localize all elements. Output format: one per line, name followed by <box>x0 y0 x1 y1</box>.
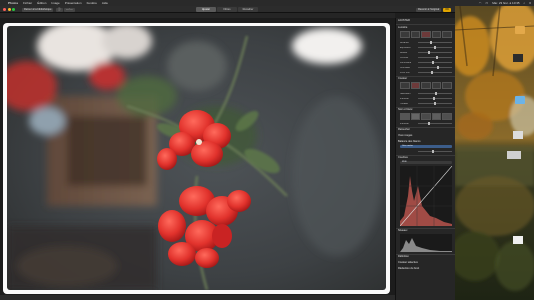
file-icon[interactable] <box>513 54 523 62</box>
slider-luminosite[interactable]: Luminosité <box>400 61 452 64</box>
close-button[interactable] <box>3 8 6 11</box>
panel-title: AJUSTER <box>398 19 410 22</box>
preset-thumb[interactable] <box>421 113 431 120</box>
curves-channel-select[interactable]: RVB <box>400 161 452 164</box>
section-niveaux[interactable]: Niveaux <box>398 229 454 233</box>
menu-item-image[interactable]: Image <box>51 1 59 5</box>
slider-brillance[interactable]: Brillance <box>400 41 452 44</box>
preset-thumb[interactable] <box>442 82 452 89</box>
preset-thumb[interactable] <box>431 31 442 38</box>
preset-thumb[interactable] <box>400 113 410 120</box>
preset-thumb[interactable] <box>442 31 452 38</box>
preset-thumb[interactable] <box>410 82 421 89</box>
section-courbes[interactable]: Courbes <box>398 156 454 160</box>
desktop <box>455 6 534 300</box>
control-center-icon[interactable]: ≡ <box>529 1 531 5</box>
levels-histogram[interactable] <box>400 234 452 252</box>
done-button[interactable]: OK <box>443 7 451 12</box>
photo-image[interactable] <box>7 26 386 290</box>
folder-blue-icon[interactable] <box>515 96 525 104</box>
toolbar: Retour à la bibliothèque ⓘ —○— Ajuster F… <box>0 6 455 13</box>
tab-filtres[interactable]: Filtres <box>217 7 237 12</box>
adjust-panel: AJUSTER Lumière Brillance Exposition Ref… <box>395 18 456 300</box>
section-lumiere[interactable]: Lumière <box>398 26 454 30</box>
menu-item-edition[interactable]: Édition <box>37 1 46 5</box>
search-icon[interactable]: ⌕ <box>524 1 526 5</box>
toolbar-right: Revenir à l'original OK <box>415 7 451 12</box>
slider-ombres[interactable]: Ombres <box>400 56 452 59</box>
section-balance-blancs[interactable]: Balance des blancs <box>398 140 454 144</box>
menu-item-fichier[interactable]: Fichier <box>23 1 32 5</box>
slider-saturation[interactable]: Saturation <box>400 92 452 95</box>
status-strip <box>0 295 395 300</box>
slider-contraste[interactable]: Contraste <box>400 66 452 69</box>
section-retoucher[interactable]: Retoucher <box>398 128 454 132</box>
slider-intensite[interactable]: Intensité <box>400 97 452 100</box>
menu-item-aide[interactable]: Aide <box>102 1 108 5</box>
zoom-button[interactable] <box>12 8 15 11</box>
minimize-button[interactable] <box>7 8 11 11</box>
preset-thumb[interactable] <box>410 113 421 120</box>
slider-tonalite[interactable]: Tonalité <box>400 102 452 105</box>
slider-nb-intensite[interactable]: Intensité <box>400 122 452 125</box>
section-yeux-rouges[interactable]: Yeux rouges <box>398 134 454 138</box>
photos-window: Retour à la bibliothèque ⓘ —○— Ajuster F… <box>0 6 456 300</box>
menu-item-fenetre[interactable]: Fenêtre <box>87 1 97 5</box>
section-couleur[interactable]: Couleur <box>398 77 454 81</box>
preset-thumb[interactable] <box>431 82 442 89</box>
slider-exposition[interactable]: Exposition <box>400 46 452 49</box>
couleur-presets[interactable] <box>400 82 452 89</box>
wallpaper-image <box>455 6 534 300</box>
photo-content <box>7 26 386 290</box>
tab-recadrer[interactable]: Recadrer <box>238 7 258 12</box>
folder-icon[interactable] <box>515 26 525 34</box>
back-to-library-button[interactable]: Retour à la bibliothèque <box>22 7 54 12</box>
preset-thumb[interactable] <box>442 113 452 120</box>
menu-bar: Photos Fichier Édition Image Présentatio… <box>0 0 534 6</box>
curves-histogram[interactable] <box>400 166 452 226</box>
section-couleur-selective[interactable]: Couleur sélective <box>398 261 454 265</box>
section-noir-et-blanc[interactable]: Noir et blanc <box>398 108 454 112</box>
zoom-slider[interactable]: —○— <box>64 7 75 12</box>
menu-app-name[interactable]: Photos <box>8 1 18 5</box>
screenshot-icon[interactable] <box>513 131 523 139</box>
slider-reflets[interactable]: Reflets <box>400 51 452 54</box>
white-balance-select[interactable]: Gris neutre <box>400 145 452 148</box>
preset-thumb[interactable] <box>421 31 431 38</box>
revert-button[interactable]: Revenir à l'original <box>415 7 442 12</box>
preset-thumb[interactable] <box>400 31 410 38</box>
tab-ajuster[interactable]: Ajuster <box>196 7 216 12</box>
menu-item-presentation[interactable]: Présentation <box>65 1 82 5</box>
preset-thumb[interactable] <box>410 31 421 38</box>
image-file-icon[interactable] <box>513 236 523 244</box>
window-controls <box>3 8 15 11</box>
slider-point-noir[interactable]: Point noir <box>400 71 452 74</box>
battery-icon[interactable]: ▭ <box>485 1 488 5</box>
slider-white-balance[interactable] <box>400 150 452 153</box>
document-icon[interactable] <box>507 151 521 159</box>
section-reduction-bruit[interactable]: Réduction du bruit <box>398 267 454 271</box>
preset-thumb[interactable] <box>400 82 410 89</box>
menu-clock[interactable]: Mar. 23 févr. à 10:35 <box>492 1 519 5</box>
nb-presets[interactable] <box>400 113 452 120</box>
preset-thumb[interactable] <box>421 82 431 89</box>
section-definition[interactable]: Définition <box>398 255 454 259</box>
lumiere-presets[interactable] <box>400 31 452 38</box>
info-icon[interactable]: ⓘ <box>56 7 63 12</box>
mode-tabs: Ajuster Filtres Recadrer <box>196 7 258 12</box>
preset-thumb[interactable] <box>431 113 442 120</box>
wifi-icon[interactable]: ◠ <box>479 1 482 5</box>
